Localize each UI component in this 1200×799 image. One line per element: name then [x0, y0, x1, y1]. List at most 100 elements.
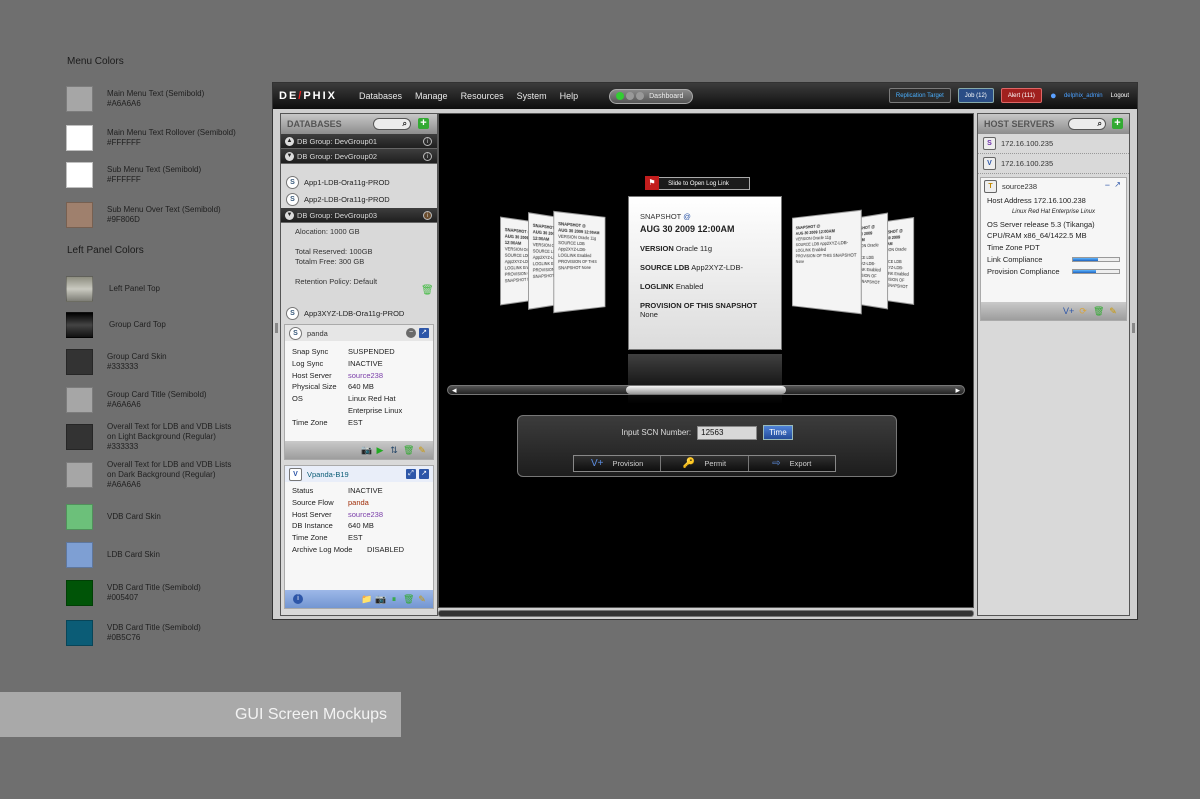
arrow-left-icon[interactable]: ◂: [452, 385, 457, 396]
info-icon[interactable]: i: [423, 151, 432, 161]
logout-link[interactable]: Logout: [1111, 93, 1129, 99]
add-host-icon[interactable]: +: [1112, 118, 1123, 129]
collapse-icon[interactable]: −: [1105, 180, 1110, 190]
snapshot-icon[interactable]: 📷: [361, 445, 372, 455]
menu-resources[interactable]: Resources: [461, 91, 504, 101]
right-resize-handle[interactable]: [1132, 323, 1135, 333]
ldb-card[interactable]: S panda − ↗ Snap Sync SUSPENDED Log Sync I…: [284, 324, 434, 460]
group-title: DB Group: DevGroup01: [297, 136, 378, 146]
snapshot-card[interactable]: SNAPSHOT @AUG 30 2009 12:00AMVERSION Ora…: [553, 210, 606, 314]
left-resize-handle[interactable]: [275, 323, 278, 333]
add-database-icon[interactable]: +: [418, 118, 429, 129]
host-list-item[interactable]: S 172.16.100.235: [978, 134, 1129, 154]
slide-tag-label: Slide to Open Log Link: [668, 180, 729, 187]
popout-icon[interactable]: ↗: [419, 469, 429, 479]
export-button[interactable]: ⇨ Export: [748, 456, 835, 471]
snapshot-scrollbar[interactable]: ◂ ▸: [447, 385, 965, 395]
host-list-item[interactable]: V 172.16.100.235: [978, 154, 1129, 174]
legend-row: Main Menu Text Rollover (Semibold) #FFFFF…: [66, 125, 237, 151]
color-swatch: [66, 387, 93, 413]
card-field: Snap Sync SUSPENDED: [292, 347, 395, 356]
card-field: Source Flow panda: [292, 497, 369, 509]
refresh-icon[interactable]: ⟳: [1078, 306, 1088, 316]
menu-manage[interactable]: Manage: [415, 91, 448, 101]
source-flow-link[interactable]: panda: [348, 497, 369, 509]
group-bar-devgroup01[interactable]: ▲ DB Group: DevGroup01 i: [281, 134, 437, 149]
edit-icon[interactable]: ✎: [417, 445, 427, 455]
swatch-label: Overall Text for LDB and VDB Lists on Li…: [107, 422, 232, 451]
legend-row: Overall Text for LDB and VDB Lists on Da…: [66, 460, 237, 489]
user-icon: ●: [1049, 89, 1057, 102]
menu-help[interactable]: Help: [560, 91, 579, 101]
scn-row: Input SCN Number: Time: [518, 425, 896, 440]
host-address: 172.16.100.235: [1001, 159, 1054, 168]
group-bar-devgroup03[interactable]: ▼ DB Group: DevGroup03 i: [281, 208, 437, 223]
menu-system[interactable]: System: [517, 91, 547, 101]
menu-databases[interactable]: Databases: [359, 91, 402, 101]
selected-snapshot-card[interactable]: SNAPSHOT @ AUG 30 2009 12:00AM VERSION O…: [628, 196, 782, 350]
menu-colors-title: Menu Colors: [67, 56, 124, 67]
play-icon[interactable]: ▶: [375, 445, 385, 455]
edit-icon[interactable]: ✎: [417, 594, 427, 604]
host-card[interactable]: T source238 − ↗ Host Address 172.16.100.…: [980, 177, 1127, 321]
time-button[interactable]: Time: [763, 425, 793, 440]
color-swatch: [66, 162, 93, 188]
host-cpu: CPU/RAM x86_64/1422.5 MB: [987, 231, 1087, 241]
pause-icon[interactable]: ⏸: [389, 594, 399, 604]
dashboard-button[interactable]: Dashboard: [609, 88, 694, 104]
popout-icon[interactable]: ↗: [419, 328, 429, 338]
total-reserved-text: Total Reserved: 100GB: [295, 247, 373, 256]
slide-to-open-log-link[interactable]: ⚑ Slide to Open Log Link: [645, 176, 750, 190]
host-server-link[interactable]: source238: [348, 370, 383, 382]
viewer-horizontal-scrollbar[interactable]: [438, 610, 974, 617]
trash-icon[interactable]: 🗑: [1093, 306, 1104, 316]
swatch-label: LDB Card Skin: [107, 550, 160, 559]
card-controls: − ↗: [403, 328, 429, 338]
job-button[interactable]: Job (12): [957, 88, 994, 103]
expand-icon[interactable]: ⤢: [406, 469, 416, 479]
popout-icon[interactable]: ↗: [1114, 180, 1121, 189]
provision-button[interactable]: V+ Provision: [574, 456, 662, 471]
search-input[interactable]: ⌕: [373, 118, 411, 130]
snapshot-icon[interactable]: 📷: [375, 594, 386, 604]
host-server-link[interactable]: source238: [348, 509, 383, 521]
list-item[interactable]: S App1-LDB-Ora11g-PROD: [281, 174, 437, 191]
color-swatch: [66, 424, 93, 450]
info-icon[interactable]: i: [423, 210, 432, 220]
replication-target-button[interactable]: Replication Target: [888, 88, 951, 103]
scn-panel: Input SCN Number: Time V+Provision 🔑Perm…: [517, 415, 897, 477]
permit-button[interactable]: 🔑 Permit: [661, 456, 749, 471]
color-swatch: [66, 276, 93, 302]
chevron-up-icon[interactable]: ▲: [285, 136, 294, 146]
snapshot-card[interactable]: SNAPSHOT @AUG 30 2009 12:00AMVERSION Ora…: [792, 209, 862, 315]
link-compliance-row: Link Compliance: [981, 254, 1126, 266]
trash-icon[interactable]: 🗑: [403, 445, 414, 455]
user-name-link[interactable]: delphix_admin: [1064, 93, 1103, 99]
color-swatch: [66, 86, 93, 112]
sync-icon[interactable]: ⇅: [389, 445, 399, 455]
list-item[interactable]: S App2-LDB-Ora11g-PROD: [281, 191, 437, 208]
db-name: App2-LDB-Ora11g-PROD: [304, 195, 390, 204]
scroll-thumb[interactable]: [626, 386, 786, 394]
search-input[interactable]: ⌕: [1068, 118, 1106, 130]
link-compliance-meter: [1072, 257, 1120, 263]
scn-input[interactable]: [697, 425, 758, 440]
snapshot-loglink: LOGLINK Enabled: [640, 282, 704, 291]
trash-icon[interactable]: 🗑: [403, 594, 414, 604]
edit-icon[interactable]: ✎: [1108, 306, 1118, 316]
trash-icon[interactable]: 🗑: [421, 286, 434, 297]
info-icon[interactable]: i: [423, 136, 432, 146]
arrow-right-icon[interactable]: ▸: [955, 385, 960, 396]
legend-row: Sub Menu Text (Semibold) #FFFFFF: [66, 162, 237, 188]
info-icon[interactable]: i: [293, 594, 303, 604]
folder-icon[interactable]: 📁: [361, 594, 372, 604]
alert-button[interactable]: Alert (111): [1000, 88, 1042, 103]
list-item[interactable]: S App3XYZ-LDB-Ora11g-PROD: [281, 305, 437, 322]
collapse-icon[interactable]: −: [406, 328, 416, 338]
chevron-down-icon[interactable]: ▼: [285, 151, 294, 161]
legend-row: Main Menu Text (Semibold) #A6A6A6: [66, 86, 237, 112]
chevron-down-icon[interactable]: ▼: [285, 210, 294, 220]
vdb-card[interactable]: V Vpanda-B19 ⤢ ↗ Status INACTIVE Source F…: [284, 465, 434, 609]
add-vdb-icon[interactable]: V+: [1063, 306, 1074, 316]
group-bar-devgroup02[interactable]: ▼ DB Group: DevGroup02 i: [281, 149, 437, 164]
